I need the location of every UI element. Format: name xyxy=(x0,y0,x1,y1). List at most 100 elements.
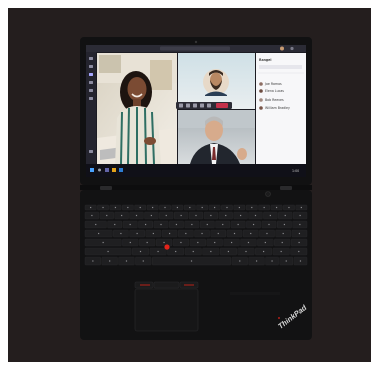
settings-icon[interactable] xyxy=(290,46,294,51)
teams-search-box[interactable] xyxy=(160,46,230,51)
camera-toggle-button[interactable] xyxy=(179,103,183,108)
key-legend xyxy=(217,232,219,235)
invite-input[interactable] xyxy=(259,65,302,69)
key-legend xyxy=(91,214,93,217)
key-legend xyxy=(176,206,179,209)
key-legend xyxy=(298,241,300,244)
laptop-illustration: Rangel Joe Ramos Elena Lucas Bob Reeves … xyxy=(80,37,312,340)
power-button[interactable] xyxy=(265,191,271,197)
logo-led xyxy=(278,317,280,319)
files-icon[interactable] xyxy=(89,97,93,100)
key-legend xyxy=(139,206,141,209)
key-legend xyxy=(127,206,129,209)
mic-toggle-button[interactable] xyxy=(186,103,190,108)
user-avatar[interactable] xyxy=(280,46,284,51)
key-legend xyxy=(180,214,182,217)
apps-icon[interactable] xyxy=(89,150,93,153)
key-legend xyxy=(255,260,258,262)
avatar xyxy=(259,98,263,102)
key-legend xyxy=(283,223,286,226)
key-legend xyxy=(299,223,301,226)
meeting-controls xyxy=(176,102,232,109)
key-legend xyxy=(245,250,247,253)
key-legend xyxy=(114,223,116,226)
taskbar-app-icon[interactable] xyxy=(105,168,109,172)
key-legend xyxy=(214,241,216,244)
share-screen-button[interactable] xyxy=(193,103,197,108)
key-legend xyxy=(142,260,144,262)
key-legend xyxy=(210,214,212,217)
calls-icon[interactable] xyxy=(89,89,93,92)
video-tile-main xyxy=(97,53,177,165)
teams-app-rail xyxy=(86,52,96,164)
chat-icon[interactable] xyxy=(89,65,93,68)
key-legend xyxy=(201,232,203,235)
trackpoint[interactable] xyxy=(164,244,170,250)
key-legend xyxy=(120,232,122,235)
participants-panel: Rangel Joe Ramos Elena Lucas Bob Reeves … xyxy=(256,53,306,164)
key-legend xyxy=(268,223,270,226)
video-tile-participant-1 xyxy=(178,53,255,109)
key-legend xyxy=(299,214,301,217)
more-options-button[interactable] xyxy=(200,103,204,108)
key-legend xyxy=(226,206,228,209)
key-legend xyxy=(145,223,147,226)
key-legend xyxy=(139,250,142,253)
key-legend xyxy=(121,214,123,217)
teams-icon[interactable] xyxy=(89,73,93,76)
key-legend xyxy=(239,260,241,262)
participants-button[interactable] xyxy=(207,103,211,108)
key-legend xyxy=(135,214,138,217)
key-legend xyxy=(206,223,208,226)
key-legend xyxy=(285,260,287,262)
key-legend xyxy=(102,241,104,244)
key-legend xyxy=(160,223,162,226)
key-legend xyxy=(152,232,154,235)
participant-name: Elena Lucas xyxy=(265,89,284,93)
key-legend xyxy=(129,223,131,226)
key-legend xyxy=(152,206,154,209)
key-legend xyxy=(250,232,252,235)
key-legend xyxy=(146,241,148,244)
windows-start-icon[interactable] xyxy=(90,168,94,172)
touchpad[interactable] xyxy=(134,288,199,332)
key-legend xyxy=(299,260,302,262)
key-legend xyxy=(266,232,268,235)
key-legend xyxy=(230,241,233,244)
key-legend xyxy=(284,214,286,217)
middle-click-button[interactable] xyxy=(153,281,180,289)
key-legend xyxy=(262,250,265,253)
key-legend xyxy=(102,206,104,209)
key-legend xyxy=(280,250,282,253)
participant-name: Joe Ramos xyxy=(264,82,282,86)
key-legend xyxy=(109,260,111,262)
taskbar-search-icon[interactable] xyxy=(98,168,101,172)
taskbar-app-icon[interactable] xyxy=(119,168,123,172)
key-legend xyxy=(125,260,128,262)
key-legend xyxy=(263,206,265,209)
taskbar-app-icon[interactable] xyxy=(112,168,116,172)
key-legend xyxy=(222,223,224,226)
key-legend xyxy=(189,206,191,209)
key-legend xyxy=(275,206,278,209)
hinge-left xyxy=(100,186,112,190)
key-legend xyxy=(195,214,197,217)
activity-icon[interactable] xyxy=(89,57,93,60)
key-legend xyxy=(233,232,236,235)
key-legend xyxy=(98,232,100,235)
speaker-grille xyxy=(230,292,280,295)
key-legend xyxy=(247,241,250,244)
key-legend xyxy=(175,223,178,226)
key-legend xyxy=(165,214,167,217)
key-legend xyxy=(168,232,171,235)
hinge-right xyxy=(280,186,292,190)
key-legend xyxy=(227,250,230,253)
key-legend xyxy=(288,206,290,209)
key-legend xyxy=(201,206,203,209)
end-call-button[interactable] xyxy=(216,103,228,108)
key-legend xyxy=(254,214,257,217)
calendar-icon[interactable] xyxy=(89,81,93,84)
key-legend xyxy=(191,223,193,226)
key-legend xyxy=(150,214,152,217)
key-legend xyxy=(136,232,138,235)
